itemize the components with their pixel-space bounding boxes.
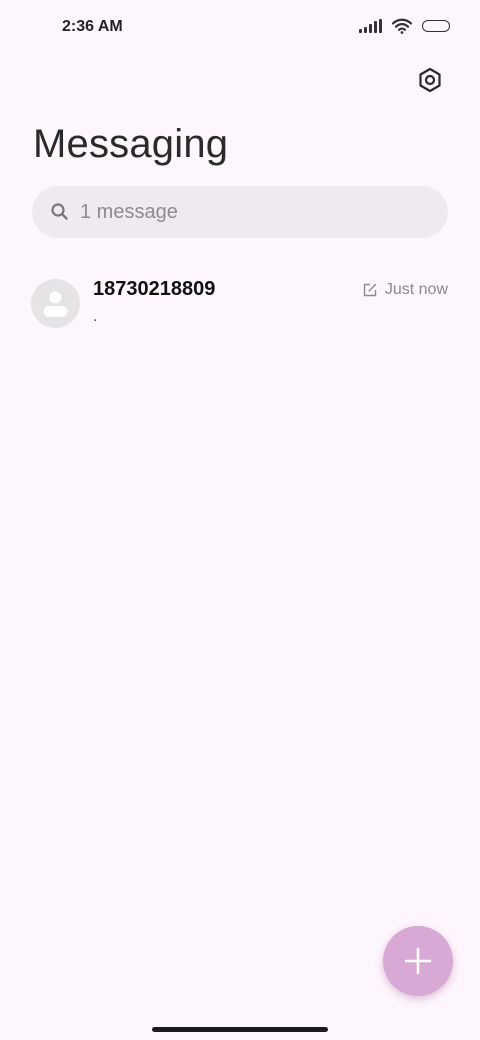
- search-icon: [50, 202, 70, 222]
- timestamp-group: Just now: [363, 281, 448, 299]
- timestamp: Just now: [384, 281, 448, 298]
- status-time: 2:36 AM: [62, 18, 123, 35]
- wifi-icon: [392, 18, 412, 34]
- contact-name: 18730218809: [93, 278, 216, 300]
- signal-icon: [359, 19, 382, 33]
- settings-icon: [417, 67, 443, 93]
- settings-button[interactable]: [416, 66, 444, 94]
- status-icons: [359, 18, 450, 34]
- new-message-button[interactable]: [383, 926, 453, 996]
- draft-icon: [363, 283, 377, 297]
- search-input[interactable]: [80, 200, 410, 224]
- conversation-item[interactable]: 18730218809 . Just now: [0, 268, 480, 340]
- status-bar: 2:36 AM: [0, 0, 480, 56]
- page-title: Messaging: [33, 122, 229, 166]
- home-indicator[interactable]: [152, 1027, 328, 1032]
- person-icon: [43, 291, 68, 317]
- battery-icon: [422, 20, 450, 32]
- search-bar[interactable]: [32, 186, 448, 238]
- plus-icon: [404, 947, 432, 975]
- message-preview: .: [93, 308, 98, 325]
- avatar: [31, 279, 80, 328]
